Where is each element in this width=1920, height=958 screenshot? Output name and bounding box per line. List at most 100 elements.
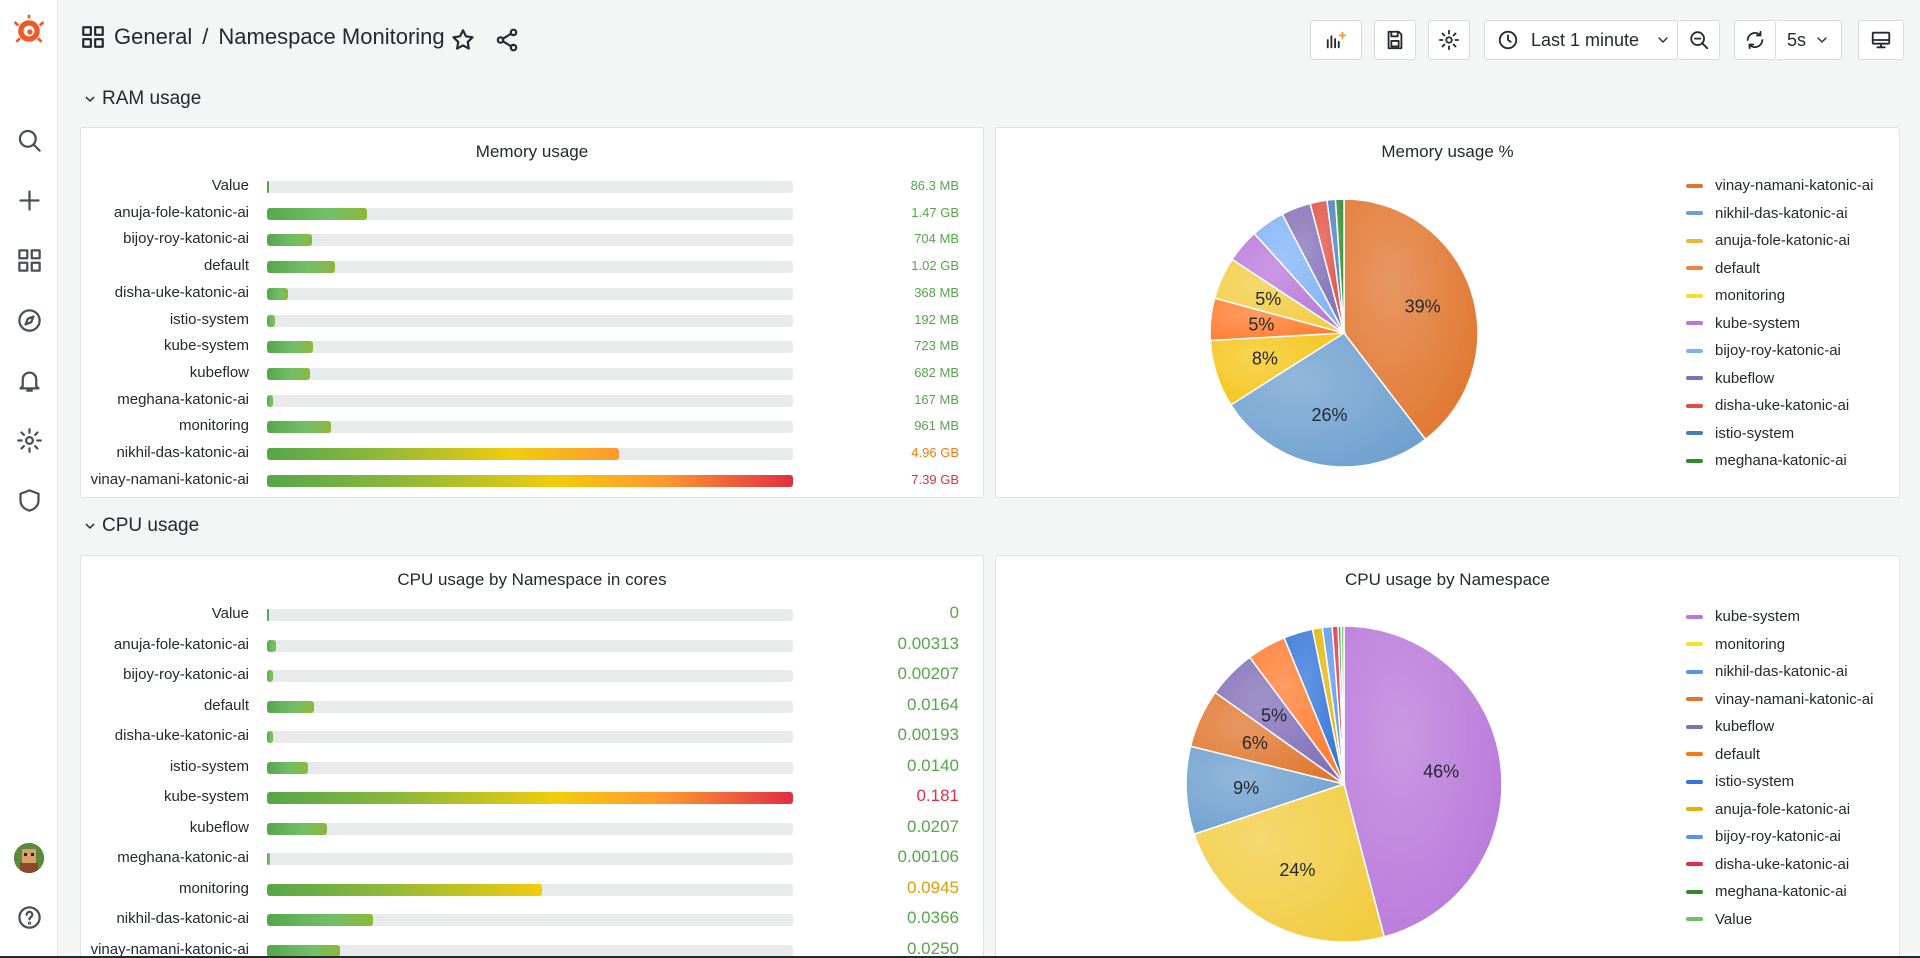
row-cpu-usage[interactable]: CPU usage (82, 515, 199, 537)
legend-item[interactable]: meghana-katonic-ai (1686, 452, 1847, 469)
bar-fill (267, 609, 269, 621)
legend-item[interactable]: disha-uke-katonic-ai (1686, 856, 1849, 873)
bar-gauge-row: disha-uke-katonic-ai 0.00193 (81, 725, 981, 748)
bar-label: disha-uke-katonic-ai (114, 727, 249, 744)
bar-label: Value (211, 177, 249, 194)
legend-item[interactable]: Value (1686, 911, 1752, 928)
add-panel-button[interactable] (1310, 20, 1362, 60)
legend-item[interactable]: bijoy-roy-katonic-ai (1686, 828, 1841, 845)
legend-swatch (1686, 724, 1703, 729)
legend-item[interactable]: meghana-katonic-ai (1686, 883, 1847, 900)
bar-track (267, 731, 793, 743)
bar-track (267, 609, 793, 621)
bar-gauge-row: default 1.02 GB (81, 256, 981, 278)
zoom-out-button[interactable] (1678, 20, 1720, 60)
dashboards-icon[interactable] (14, 245, 44, 275)
legend-swatch (1686, 642, 1703, 646)
bar-gauge-row: anuja-fole-katonic-ai 0.00313 (81, 634, 981, 657)
share-icon[interactable] (494, 27, 520, 53)
bar-fill (267, 367, 311, 380)
bar-label: meghana-katonic-ai (117, 390, 249, 408)
legend-item[interactable]: kubeflow (1686, 718, 1774, 735)
panel-cpu-cores: CPU usage by Namespace in cores Value 0 an… (80, 555, 984, 958)
bar-label: nikhil-das-katonic-ai (116, 444, 249, 461)
time-range-picker[interactable]: Last 1 minute (1484, 20, 1678, 60)
legend-item[interactable]: istio-system (1686, 773, 1794, 790)
bar-fill (267, 314, 275, 327)
panel-title[interactable]: CPU usage by Namespace in cores (81, 570, 983, 590)
bar-track (267, 822, 793, 835)
star-icon[interactable] (450, 27, 476, 53)
breadcrumb-folder[interactable]: General (114, 24, 192, 50)
explore-icon[interactable] (14, 305, 44, 335)
legend-item[interactable]: default (1686, 746, 1760, 763)
panel-title[interactable]: Memory usage (81, 142, 983, 162)
bar-track (267, 914, 793, 926)
legend-item[interactable]: monitoring (1686, 636, 1785, 653)
legend-item[interactable]: nikhil-das-katonic-ai (1686, 205, 1848, 222)
refresh-button[interactable] (1734, 20, 1776, 60)
save-icon (1387, 30, 1403, 50)
plus-icon[interactable] (14, 185, 44, 215)
pie-slice-label: 5% (1261, 705, 1287, 725)
bar-fill (267, 792, 793, 804)
memory-pie-chart: 39% 26% 8% 5% 5% (1209, 198, 1479, 468)
bar-fill (267, 341, 313, 354)
bar-label: kube-system (163, 337, 249, 355)
legend-label: vinay-namani-katonic-ai (1715, 177, 1874, 194)
legend-item[interactable]: kube-system (1686, 608, 1800, 625)
bar-track (267, 261, 793, 274)
configuration-icon[interactable] (14, 425, 44, 455)
avatar[interactable] (14, 843, 44, 873)
bar-label: default (203, 696, 249, 714)
page-title[interactable]: Namespace Monitoring (218, 24, 444, 50)
legend-item[interactable]: nikhil-das-katonic-ai (1686, 663, 1848, 680)
chevron-down-icon (1658, 37, 1668, 43)
bar-track (267, 341, 793, 354)
bar-fill (267, 731, 273, 743)
legend-item[interactable]: bijoy-roy-katonic-ai (1686, 342, 1841, 359)
bar-value: 0.0366 (907, 908, 959, 927)
bar-label: Value (211, 605, 249, 622)
time-range-label: Last 1 minute (1531, 29, 1640, 50)
bar-value: 0.0140 (907, 755, 959, 775)
legend-item[interactable]: vinay-namani-katonic-ai (1686, 691, 1873, 708)
legend-item[interactable]: kube-system (1686, 315, 1800, 332)
bar-fill (267, 639, 276, 652)
grafana-logo-icon[interactable] (9, 11, 49, 51)
legend-swatch (1686, 917, 1703, 921)
search-icon[interactable] (14, 125, 44, 155)
bar-fill (267, 421, 332, 434)
legend-item[interactable]: istio-system (1686, 425, 1794, 442)
refresh-interval-picker[interactable]: 5s (1776, 20, 1842, 60)
bar-value: 368 MB (914, 284, 959, 300)
legend-item[interactable]: default (1686, 260, 1760, 277)
dashboard-settings-button[interactable] (1428, 20, 1470, 60)
legend-item[interactable]: monitoring (1686, 287, 1785, 304)
row-ram-usage[interactable]: RAM usage (82, 88, 201, 110)
bar-value: 961 MB (914, 418, 959, 434)
bar-fill (267, 474, 793, 487)
clock-icon (1498, 30, 1518, 50)
bar-gauge-row: disha-uke-katonic-ai 368 MB (81, 283, 981, 305)
help-icon[interactable] (14, 902, 44, 932)
pie-slice-label: 6% (1242, 733, 1268, 753)
bar-track (267, 670, 793, 682)
bar-gauge-row: monitoring 961 MB (81, 416, 981, 438)
legend-item[interactable]: anuja-fole-katonic-ai (1686, 232, 1850, 249)
bar-value: 0.00106 (897, 847, 959, 866)
alerting-icon[interactable] (14, 365, 44, 395)
save-dashboard-button[interactable] (1374, 20, 1416, 60)
legend-item[interactable]: vinay-namani-katonic-ai (1686, 177, 1873, 194)
bar-gauge-row: nikhil-das-katonic-ai 0.0366 (81, 908, 981, 931)
bar-track (267, 700, 793, 713)
legend-item[interactable]: kubeflow (1686, 370, 1774, 387)
bar-label: anuja-fole-katonic-ai (113, 635, 249, 653)
shield-icon[interactable] (14, 485, 44, 515)
legend-item[interactable]: anuja-fole-katonic-ai (1686, 801, 1850, 818)
legend-item[interactable]: disha-uke-katonic-ai (1686, 397, 1849, 414)
bar-fill (267, 883, 542, 896)
bar-gauge-row: istio-system 0.0140 (81, 755, 981, 779)
tv-mode-button[interactable] (1858, 20, 1904, 60)
bar-gauge-row: bijoy-roy-katonic-ai 0.00207 (81, 664, 981, 687)
